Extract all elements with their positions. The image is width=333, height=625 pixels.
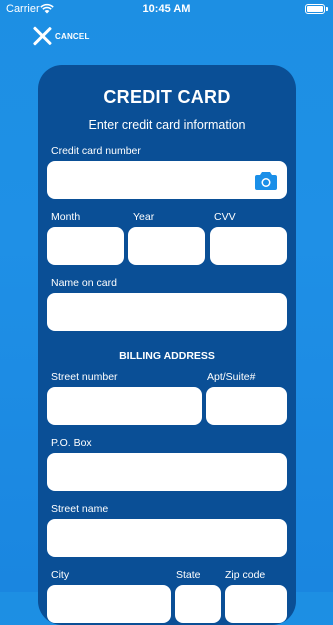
cancel-label: CANCEL xyxy=(55,31,90,41)
street-number-field[interactable] xyxy=(47,387,202,425)
month-field[interactable] xyxy=(47,227,124,265)
po-box-label: P.O. Box xyxy=(51,437,92,449)
status-bar: Carrier 10:45 AM xyxy=(0,0,333,20)
year-label: Year xyxy=(133,211,155,223)
name-on-card-field[interactable] xyxy=(47,293,287,331)
status-time: 10:45 AM xyxy=(142,3,191,15)
city-field[interactable] xyxy=(47,585,171,623)
panel-title: CREDIT CARD xyxy=(103,87,231,107)
name-on-card-label: Name on card xyxy=(51,277,117,289)
po-box-field[interactable] xyxy=(47,453,287,491)
state-field[interactable] xyxy=(175,585,221,623)
card-number-label: Credit card number xyxy=(51,145,141,157)
cvv-label: CVV xyxy=(214,211,236,223)
billing-address-heading: BILLING ADDRESS xyxy=(119,350,215,362)
cancel-button[interactable]: CANCEL xyxy=(32,25,90,47)
street-name-label: Street name xyxy=(51,503,109,515)
city-label: City xyxy=(51,569,70,581)
camera-icon[interactable] xyxy=(255,171,277,190)
battery-icon xyxy=(305,4,328,14)
zip-code-label: Zip code xyxy=(225,569,266,581)
street-name-field[interactable] xyxy=(47,519,287,557)
apt-suite-label: Apt/Suite# xyxy=(207,371,256,383)
apt-suite-field[interactable] xyxy=(206,387,287,425)
year-field[interactable] xyxy=(128,227,205,265)
card-number-field[interactable] xyxy=(47,161,287,199)
month-label: Month xyxy=(51,211,81,223)
cvv-field[interactable] xyxy=(210,227,287,265)
credit-card-panel: CREDIT CARD Enter credit card informatio… xyxy=(38,65,296,625)
zip-code-field[interactable] xyxy=(225,585,287,623)
state-label: State xyxy=(176,569,201,581)
close-icon xyxy=(32,26,52,46)
panel-subtitle: Enter credit card information xyxy=(88,118,246,132)
street-number-label: Street number xyxy=(51,371,118,383)
